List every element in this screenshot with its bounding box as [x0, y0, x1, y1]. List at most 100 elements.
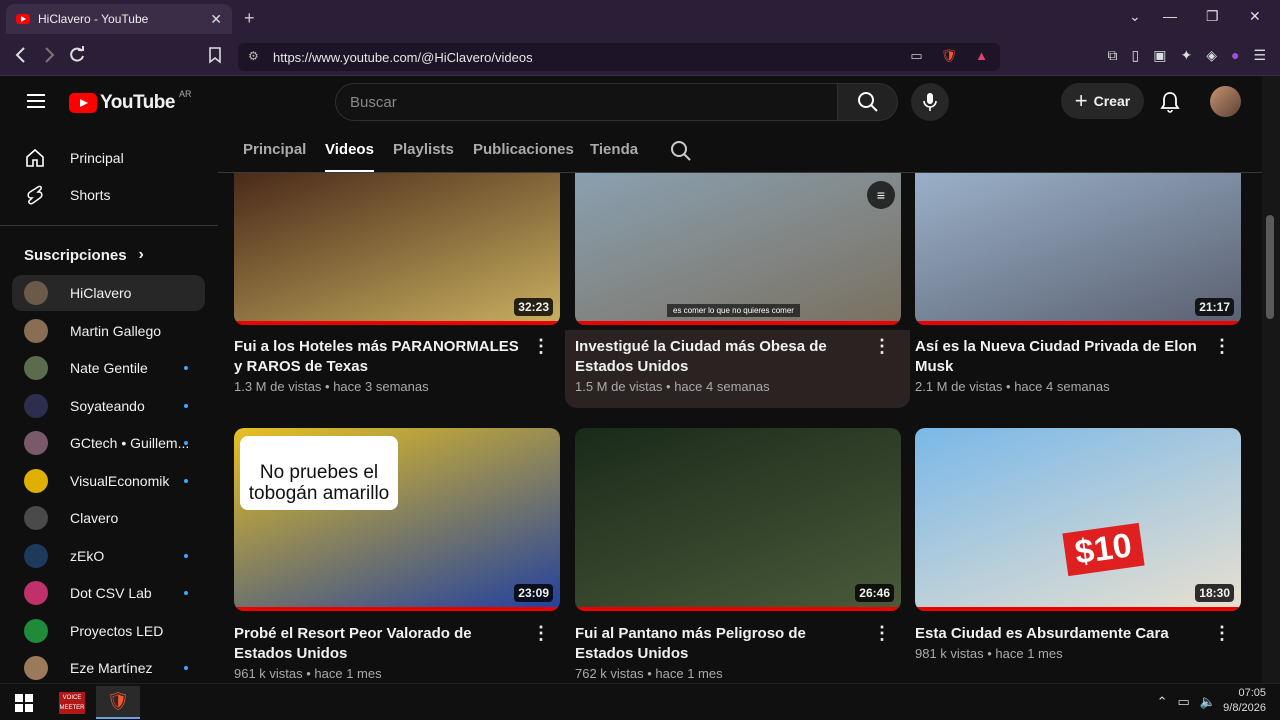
- channel-avatar-icon: [24, 618, 48, 643]
- network-icon[interactable]: ▭: [1178, 694, 1190, 710]
- sidebar-toggle-icon[interactable]: ▯: [1132, 47, 1140, 64]
- brave-app-icon[interactable]: 🛡: [96, 686, 140, 719]
- reload-icon[interactable]: [68, 46, 86, 69]
- search-button[interactable]: [838, 83, 898, 121]
- more-actions-icon[interactable]: ⋮: [873, 336, 891, 357]
- tab-publicaciones[interactable]: Publicaciones: [473, 141, 574, 158]
- sidebar-subscription-item[interactable]: Clavero: [12, 500, 205, 536]
- windows-start-icon[interactable]: [2, 686, 46, 719]
- maximize-button[interactable]: ❐: [1206, 8, 1219, 25]
- wallet-icon[interactable]: ▣: [1153, 47, 1166, 64]
- subscription-label: zEkO: [70, 547, 105, 564]
- sidebar-subscription-item[interactable]: Eze Martínez: [12, 650, 205, 686]
- youtube-favicon-icon: [16, 14, 30, 24]
- youtube-logo[interactable]: YouTube AR: [69, 89, 192, 114]
- queue-icon[interactable]: ≡: [867, 181, 895, 209]
- sidebar-subscription-item[interactable]: Proyectos LED: [12, 613, 205, 649]
- browser-tab[interactable]: HiClavero - YouTube ✕: [6, 4, 232, 34]
- scrollbar-thumb[interactable]: [1266, 215, 1274, 319]
- video-title[interactable]: Probé el Resort Peor Valorado de Estados…: [234, 624, 524, 664]
- new-content-dot: [184, 441, 188, 445]
- more-actions-icon[interactable]: ⋮: [1213, 623, 1231, 644]
- new-tab-button[interactable]: +: [244, 8, 255, 29]
- plus-icon: +: [1074, 88, 1088, 113]
- sidebar-subscription-item[interactable]: VisualEconomik: [12, 463, 205, 499]
- sidebar-subscription-item[interactable]: Martin Gallego: [12, 313, 205, 349]
- sidebar-item-principal[interactable]: Principal: [12, 140, 205, 176]
- tab-search-icon[interactable]: ⌄: [1129, 8, 1141, 25]
- video-thumbnail[interactable]: $10 18:30: [915, 428, 1241, 611]
- channel-avatar-icon: [24, 356, 48, 380]
- account-avatar[interactable]: [1210, 86, 1241, 117]
- subscription-label: Proyectos LED: [70, 622, 164, 639]
- country-code: AR: [178, 89, 192, 99]
- forward-icon[interactable]: [42, 46, 56, 69]
- tab-videos[interactable]: Videos: [325, 141, 374, 172]
- sidebar-subscription-item[interactable]: GCtech • Guillem...: [12, 425, 205, 461]
- cast-icon[interactable]: ▭: [910, 48, 922, 64]
- minimize-button[interactable]: —: [1163, 8, 1177, 24]
- video-title[interactable]: Así es la Nueva Ciudad Privada de Elon M…: [915, 337, 1205, 377]
- video-title[interactable]: Esta Ciudad es Absurdamente Cara: [915, 624, 1205, 644]
- clock[interactable]: 07:05 9/8/2026: [1223, 686, 1266, 716]
- chevron-up-icon[interactable]: ⌃: [1157, 694, 1168, 710]
- subscription-label: GCtech • Guillem...: [70, 435, 190, 451]
- hamburger-menu-icon[interactable]: [27, 94, 45, 108]
- browser-tab-bar: HiClavero - YouTube ✕ + ⌄ — ❐ ✕: [0, 0, 1280, 38]
- leo-ai-icon[interactable]: ✦: [1180, 47, 1192, 64]
- sidebar-subscription-item[interactable]: zEkO: [12, 538, 205, 574]
- video-title[interactable]: Fui al Pantano más Peligroso de Estados …: [575, 624, 865, 664]
- search-input[interactable]: Buscar: [335, 83, 838, 121]
- youtube-header: YouTube AR Buscar + Crear: [0, 76, 1280, 128]
- video-title[interactable]: Fui a los Hoteles más PARANORMALES y RAR…: [234, 337, 524, 377]
- subscriptions-header[interactable]: Suscripciones ›: [24, 246, 144, 264]
- channel-avatar-icon: [24, 581, 48, 605]
- video-thumbnail[interactable]: es comer lo que no quieres comer ≡: [575, 173, 901, 325]
- voice-search-button[interactable]: [911, 83, 949, 121]
- vpn-icon[interactable]: ◈: [1206, 47, 1217, 64]
- sidebar-subscription-item[interactable]: Dot CSV Lab: [12, 575, 205, 611]
- watch-progress-bar: [575, 321, 901, 325]
- more-actions-icon[interactable]: ⋮: [532, 336, 550, 357]
- address-bar[interactable]: ⚙ https://www.youtube.com/@HiClavero/vid…: [238, 43, 1000, 71]
- video-thumbnail[interactable]: 26:46: [575, 428, 901, 611]
- channel-search-icon[interactable]: [670, 140, 692, 166]
- extensions-icon[interactable]: ⧉: [1108, 47, 1118, 64]
- brave-rewards-icon[interactable]: ▲: [975, 48, 988, 64]
- video-title[interactable]: Investigué la Ciudad más Obesa de Estado…: [575, 337, 865, 377]
- brave-shields-icon[interactable]: 🛡: [941, 48, 958, 64]
- channel-avatar-icon: [24, 281, 48, 305]
- close-window-button[interactable]: ✕: [1249, 8, 1261, 25]
- extension-purple-icon[interactable]: ●: [1231, 47, 1239, 64]
- sidebar-item-shorts[interactable]: Shorts: [12, 177, 205, 213]
- tab-principal[interactable]: Principal: [243, 141, 306, 158]
- sidebar-subscription-item[interactable]: Nate Gentile: [12, 350, 205, 386]
- bookmark-icon[interactable]: [208, 46, 222, 69]
- tab-tienda[interactable]: Tienda: [590, 141, 638, 158]
- sidebar-subscription-item[interactable]: Soyateando: [12, 388, 205, 424]
- voicemeeter-app-icon[interactable]: VOICE MEETER: [50, 686, 94, 719]
- video-thumbnail[interactable]: No pruebes el tobogán amarillo 23:09: [234, 428, 560, 611]
- subscription-label: Dot CSV Lab: [70, 585, 152, 601]
- more-actions-icon[interactable]: ⋮: [1213, 336, 1231, 357]
- tab-close-icon[interactable]: ✕: [210, 11, 222, 28]
- volume-icon[interactable]: 🔈: [1200, 694, 1216, 710]
- home-icon: [24, 147, 46, 169]
- more-actions-icon[interactable]: ⋮: [532, 623, 550, 644]
- tab-playlists[interactable]: Playlists: [393, 141, 454, 158]
- sidebar-subscription-item[interactable]: HiClavero: [12, 275, 205, 311]
- extensions-area: ⧉ ▯ ▣ ✦ ◈ ● ☰: [1108, 47, 1267, 64]
- back-icon[interactable]: [14, 46, 28, 69]
- scrollbar-track[interactable]: [1262, 76, 1280, 683]
- site-settings-icon[interactable]: ⚙: [248, 49, 259, 63]
- more-actions-icon[interactable]: ⋮: [873, 623, 891, 644]
- video-thumbnail[interactable]: 32:23: [234, 173, 560, 325]
- subscription-label: VisualEconomik: [70, 472, 170, 489]
- video-meta: 961 k vistas • hace 1 mes: [234, 666, 382, 681]
- video-thumbnail[interactable]: 21:17: [915, 173, 1241, 325]
- new-content-dot: [184, 366, 188, 370]
- create-button[interactable]: + Crear: [1061, 83, 1144, 119]
- menu-icon[interactable]: ☰: [1253, 47, 1266, 64]
- notifications-bell-icon[interactable]: [1160, 91, 1180, 118]
- new-content-dot: [184, 553, 188, 558]
